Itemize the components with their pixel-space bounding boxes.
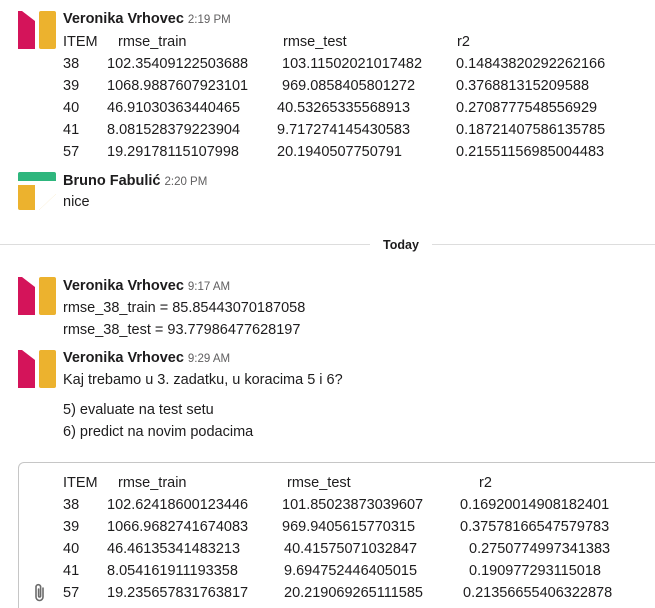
avatar-pink-block [18, 11, 35, 49]
avatar-graphic [18, 172, 56, 210]
column-header: ITEM [63, 475, 98, 491]
table-cell: 20.1940507750791 [277, 144, 402, 160]
table-cell: 0.18721407586135785 [456, 122, 606, 138]
message-author[interactable]: Bruno Fabulić 2:20 PM [63, 173, 207, 189]
column-header: rmse_train [118, 475, 187, 491]
column-header: rmse_test [283, 34, 347, 50]
table-cell: 39 [63, 78, 80, 94]
table-row: 40 46.91030363440465 40.53265335568913 0… [63, 100, 653, 122]
column-header: r2 [479, 475, 492, 491]
column-header: rmse_test [287, 475, 351, 491]
table-cell: 102.35409122503688 [107, 56, 249, 72]
table-cell: 40.41575071032847 [284, 541, 418, 557]
composer-table-row[interactable]: 40 46.46135341483213 40.41575071032847 0… [63, 541, 653, 563]
table-cell: 41 [63, 563, 80, 579]
table-cell: 46.46135341483213 [107, 541, 241, 557]
avatar[interactable] [18, 11, 56, 49]
table-row: 57 19.29178115107998 20.1940507750791 0.… [63, 144, 653, 166]
column-header: r2 [457, 34, 470, 50]
message-line: rmse_38_test = 93.77986477628197 [63, 322, 301, 338]
table-cell: 101.85023873039607 [282, 497, 424, 513]
message-author[interactable]: Veronika Vrhovec 2:19 PM [63, 11, 231, 27]
table-cell: 0.14843820292262166 [456, 56, 606, 72]
column-header: ITEM [63, 34, 98, 50]
table-cell: 39 [63, 519, 80, 535]
avatar[interactable] [18, 277, 56, 315]
table-cell: 9.694752446405015 [284, 563, 418, 579]
message-line: Kaj trebamo u 3. zadatku, u koracima 5 i… [63, 372, 343, 388]
avatar-pink-block [18, 350, 35, 388]
message-line: rmse_38_train = 85.85443070187058 [63, 300, 306, 316]
avatar-pink-block [18, 277, 35, 315]
table-cell: 57 [63, 585, 80, 601]
message-timestamp[interactable]: 2:19 PM [188, 14, 231, 26]
table-cell: 1068.9887607923101 [107, 78, 249, 94]
avatar-yellow-block [39, 350, 56, 388]
table-cell: 969.0858405801272 [282, 78, 416, 94]
table-cell: 8.054161911193358 [107, 563, 238, 579]
table-cell: 9.717274145430583 [277, 122, 411, 138]
table-cell: 969.9405615770315 [282, 519, 416, 535]
table-cell: 0.376881315209588 [456, 78, 590, 94]
table-cell: 46.91030363440465 [107, 100, 241, 116]
table-cell: 20.219069265111585 [284, 585, 423, 601]
avatar-yellow-block [39, 11, 56, 49]
table-cell: 0.2750774997341383 [469, 541, 611, 557]
table-cell: 19.29178115107998 [107, 144, 239, 160]
message-author[interactable]: Veronika Vrhovec 9:17 AM [63, 278, 230, 294]
composer-table-row[interactable]: 38 102.62418600123446 101.85023873039607… [63, 497, 653, 519]
composer-table-row[interactable]: 41 8.054161911193358 9.694752446405015 0… [63, 563, 653, 585]
table-cell: 38 [63, 497, 80, 513]
table-cell: 57 [63, 144, 80, 160]
table-cell: 0.21356655406322878 [463, 585, 613, 601]
message-timestamp[interactable]: 2:20 PM [164, 176, 207, 188]
message-line: 5) evaluate na test setu [63, 402, 214, 418]
table-cell: 102.62418600123446 [107, 497, 249, 513]
table-row: 39 1068.9887607923101 969.0858405801272 … [63, 78, 653, 100]
table-header-row: ITEM rmse_train rmse_test r2 [63, 34, 653, 56]
table-cell: 19.235657831763817 [107, 585, 249, 601]
table-cell: 0.2708777548556929 [456, 100, 598, 116]
table-cell: 41 [63, 122, 80, 138]
message-timestamp[interactable]: 9:29 AM [188, 353, 230, 365]
table-row: 38 102.35409122503688 103.11502021017482… [63, 56, 653, 78]
avatar[interactable] [18, 350, 56, 388]
composer-table-row[interactable]: 57 19.235657831763817 20.219069265111585… [63, 585, 653, 607]
table-cell: 40 [63, 541, 80, 557]
message-timestamp[interactable]: 9:17 AM [188, 281, 230, 293]
table-cell: 38 [63, 56, 80, 72]
table-cell: 40 [63, 100, 80, 116]
table-cell: 103.11502021017482 [282, 56, 423, 72]
table-cell: 0.16920014908182401 [460, 497, 610, 513]
table-cell: 40.53265335568913 [277, 100, 411, 116]
paperclip-icon[interactable] [30, 582, 50, 604]
composer-table-row[interactable]: 39 1066.9682741674083 969.9405615770315 … [63, 519, 653, 541]
table-cell: 0.21551156985004483 [456, 144, 605, 160]
table-row: 41 8.081528379223904 9.717274145430583 0… [63, 122, 653, 144]
table-cell: 0.37578166547579783 [460, 519, 610, 535]
avatar-yellow-block [39, 277, 56, 315]
message-line: 6) predict na novim podacima [63, 424, 254, 440]
table-cell: 8.081528379223904 [107, 122, 241, 138]
message-text: nice [63, 194, 90, 210]
column-header: rmse_train [118, 34, 187, 50]
table-cell: 0.190977293115018 [469, 563, 601, 579]
message-author[interactable]: Veronika Vrhovec 9:29 AM [63, 350, 230, 366]
avatar[interactable] [18, 172, 56, 210]
table-cell: 1066.9682741674083 [107, 519, 249, 535]
composer-table-header-row[interactable]: ITEM rmse_train rmse_test r2 [63, 475, 653, 497]
day-divider [0, 244, 655, 245]
day-divider-label[interactable]: Today [370, 234, 432, 256]
